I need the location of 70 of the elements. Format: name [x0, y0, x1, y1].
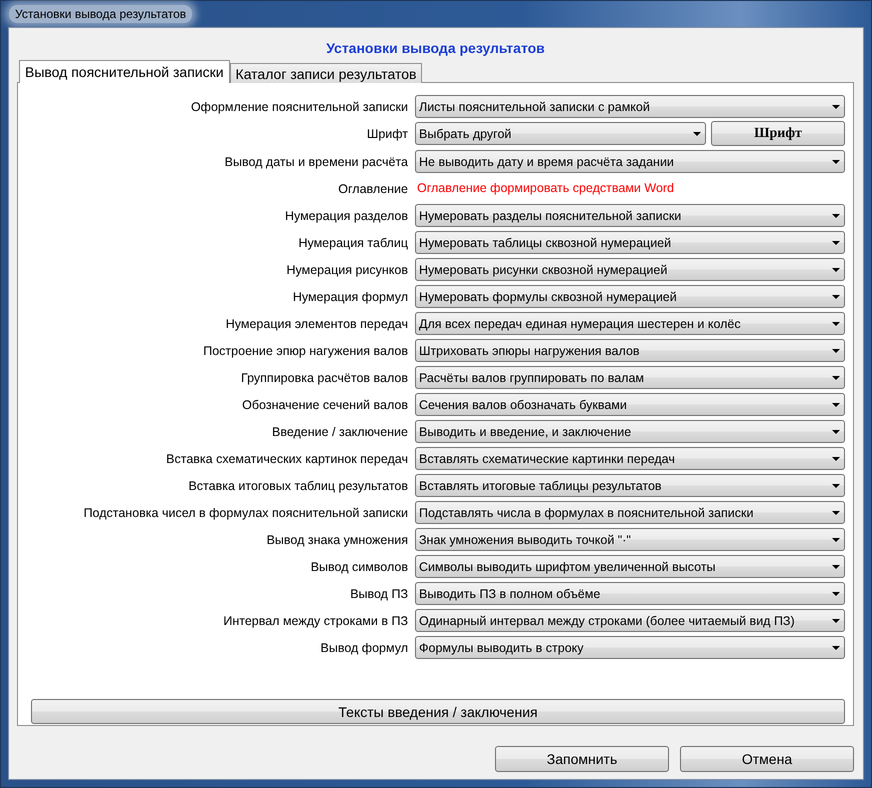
setting-label: Обозначение сечений валов [241, 398, 408, 412]
caret-icon [832, 618, 840, 622]
dialog-button[interactable]: Запомнить [495, 746, 669, 772]
setting-label: Введение / заключение [270, 424, 408, 438]
dropdown[interactable]: Формулы выводить в строку [415, 636, 845, 659]
dropdown[interactable]: Расчёты валов группировать по валам [415, 366, 845, 389]
caret-icon [832, 484, 840, 488]
setting-label: Оглавление [337, 182, 408, 196]
dropdown[interactable]: Выводить и введение, и заключение [415, 420, 845, 443]
dropdown[interactable]: Нумеровать формулы сквозной нумерацией [415, 285, 845, 308]
setting-label: Вставка итоговых таблиц результатов [187, 478, 408, 492]
tab[interactable]: Каталог записи результатов [230, 63, 422, 83]
setting-label: Вывод знака умножения [266, 532, 408, 546]
dropdown[interactable]: Для всех передач единая нумерация шестерен и колёс [415, 312, 845, 335]
dropdown[interactable]: Выбрать другой [415, 122, 706, 145]
dropdown[interactable]: Нумеровать таблицы сквозной нумерацией [415, 231, 845, 254]
font-button[interactable]: Шрифт [711, 121, 845, 146]
caret-icon [832, 240, 840, 244]
setting-label: Группировка расчётов валов [240, 370, 408, 384]
setting-label: Нумерация элементов передач [224, 316, 408, 330]
note-text: Оглавление формировать средствами Word [416, 180, 676, 197]
caret-icon [832, 104, 840, 108]
caret-icon [832, 322, 840, 326]
caret-icon [832, 646, 840, 650]
dialog-button[interactable]: Отмена [680, 746, 854, 772]
setting-label: Вывод формул [320, 640, 408, 654]
setting-label: Построение эпюр нагужения валов [202, 344, 408, 358]
dropdown[interactable]: Штриховать эпюры нагружения валов [415, 339, 845, 362]
tab[interactable]: Вывод пояснительной записки [19, 60, 230, 83]
setting-label: Вывод даты и времени расчёта [224, 154, 408, 168]
dropdown[interactable]: Листы пояснительной записки с рамкой [415, 95, 845, 118]
caret-icon [693, 132, 701, 136]
caret-icon [832, 402, 840, 406]
dropdown[interactable]: Одинарный интервал между строками (более читаемый вид ПЗ) [415, 609, 845, 632]
caret-icon [832, 564, 840, 568]
caret-icon [832, 376, 840, 380]
setting-label: Нумерация разделов [284, 208, 408, 222]
texts-button[interactable]: Тексты введения / заключения [31, 699, 845, 724]
dropdown[interactable]: Знак умножения выводить точкой "·" [415, 528, 845, 551]
caret-icon [832, 538, 840, 542]
dropdown[interactable]: Подставлять числа в формулах в пояснительной записки [415, 501, 845, 524]
setting-label: Нумерация таблиц [297, 236, 408, 250]
caret-icon [832, 294, 840, 298]
dropdown[interactable]: Сечения валов обозначать буквами [415, 393, 845, 416]
dialog-heading: Установки вывода результатов [325, 39, 546, 58]
dropdown[interactable]: Вставлять схематические картинки передач [415, 447, 845, 470]
dropdown[interactable]: Символы выводить шрифтом увеличенной высоты [415, 555, 845, 578]
setting-label: Вставка схематических картинок передач [165, 452, 408, 466]
setting-label: Вывод ПЗ [349, 586, 408, 600]
caret-icon [832, 160, 840, 164]
caret-icon [832, 592, 840, 596]
dropdown[interactable]: Не выводить дату и время расчёта задании [415, 150, 845, 173]
caret-icon [832, 456, 840, 460]
setting-label: Интервал между строками в ПЗ [222, 614, 408, 628]
caret-icon [832, 430, 840, 434]
caret-icon [832, 510, 840, 514]
caret-icon [832, 214, 840, 218]
setting-label: Нумерация рисунков [285, 262, 408, 276]
setting-label: Вывод символов [310, 560, 408, 574]
dropdown[interactable]: Нумеровать рисунки сквозной нумерацией [415, 258, 845, 281]
setting-label: Подстановка чисел в формулах пояснительной записки [82, 506, 408, 520]
setting-label: Шрифт [366, 127, 408, 141]
dropdown[interactable]: Вставлять итоговые таблицы результатов [415, 474, 845, 497]
setting-label: Нумерация формул [292, 290, 408, 304]
dropdown[interactable]: Выводить ПЗ в полном объёме [415, 582, 845, 605]
caret-icon [832, 268, 840, 272]
window-title: Установки вывода результатов [9, 5, 192, 23]
dropdown[interactable]: Нумеровать разделы пояснительной записки [415, 204, 845, 227]
setting-label: Оформление пояснительной записки [190, 100, 408, 114]
caret-icon [832, 348, 840, 352]
